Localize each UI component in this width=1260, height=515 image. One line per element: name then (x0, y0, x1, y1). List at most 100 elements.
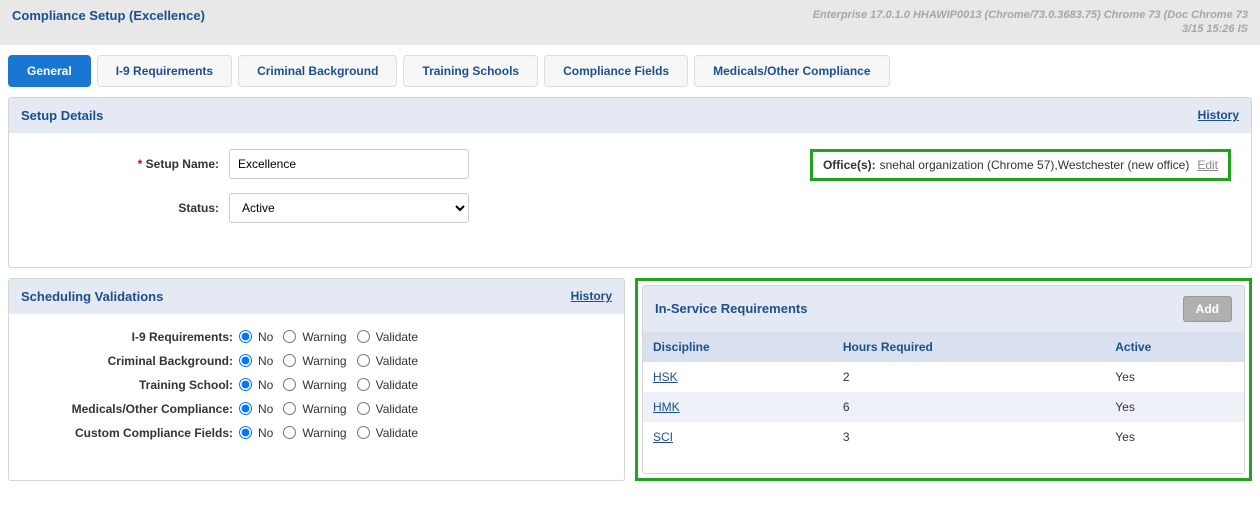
radio-label-no: No (258, 426, 273, 440)
inservice-body: DisciplineHours RequiredActive HSK2YesHM… (643, 332, 1244, 452)
radio-label-warning: Warning (302, 330, 346, 344)
env-info: Enterprise 17.0.1.0 HHAWIP0013 (Chrome/7… (813, 8, 1248, 37)
radio-label-validate: Validate (376, 330, 418, 344)
scheduling-row-label: Medicals/Other Compliance: (29, 402, 239, 416)
scheduling-col: Scheduling Validations History I-9 Requi… (8, 278, 625, 481)
scheduling-row: Criminal Background:NoWarningValidate (29, 354, 604, 368)
office-edit-link[interactable]: Edit (1197, 158, 1218, 172)
radio-validate[interactable] (357, 378, 370, 391)
scheduling-title: Scheduling Validations (21, 289, 163, 304)
radio-warning[interactable] (283, 330, 296, 343)
office-box: Office(s): snehal organization (Chrome 5… (810, 149, 1231, 181)
radio-warning[interactable] (283, 402, 296, 415)
radio-no[interactable] (239, 426, 252, 439)
setup-body: * Setup Name: Status: Active Office(s): … (9, 133, 1251, 267)
scheduling-row-label: Criminal Background: (29, 354, 239, 368)
radio-validate[interactable] (357, 354, 370, 367)
radio-label-no: No (258, 378, 273, 392)
table-row: HMK6Yes (643, 392, 1244, 422)
scheduling-panel: Scheduling Validations History I-9 Requi… (8, 278, 625, 481)
status-row: Status: Active (29, 193, 469, 223)
radio-label-warning: Warning (302, 402, 346, 416)
radio-warning[interactable] (283, 426, 296, 439)
radio-validate[interactable] (357, 330, 370, 343)
inservice-panel: In-Service Requirements Add DisciplineHo… (642, 285, 1245, 474)
column-header: Hours Required (833, 332, 1105, 362)
radio-label-warning: Warning (302, 426, 346, 440)
inservice-title: In-Service Requirements (655, 301, 807, 316)
radio-group: No Warning Validate (239, 330, 424, 344)
inservice-col: In-Service Requirements Add DisciplineHo… (635, 278, 1252, 481)
radio-no[interactable] (239, 354, 252, 367)
radio-group: NoWarningValidate (239, 378, 424, 392)
hours-cell: 2 (833, 362, 1105, 392)
inservice-table: DisciplineHours RequiredActive HSK2YesHM… (643, 332, 1244, 452)
bottom-row: Scheduling Validations History I-9 Requi… (8, 278, 1252, 481)
status-select[interactable]: Active (229, 193, 469, 223)
radio-validate[interactable] (357, 426, 370, 439)
discipline-link[interactable]: HMK (653, 400, 680, 414)
scheduling-row: Training School:NoWarningValidate (29, 378, 604, 392)
scheduling-row-label: Training School: (29, 378, 239, 392)
radio-label-validate: Validate (376, 378, 418, 392)
radio-warning[interactable] (283, 354, 296, 367)
setup-details-panel: Setup Details History * Setup Name: Stat… (8, 97, 1252, 268)
discipline-link[interactable]: SCI (653, 430, 673, 444)
tabs-row: GeneralI-9 RequirementsCriminal Backgrou… (0, 45, 1260, 87)
tab-criminal-background[interactable]: Criminal Background (238, 55, 397, 87)
active-cell: Yes (1105, 422, 1244, 452)
scheduling-row: I-9 Requirements: No Warning Validate (29, 330, 604, 344)
scheduling-row-label: I-9 Requirements: (29, 330, 239, 344)
radio-label-warning: Warning (302, 354, 346, 368)
required-star: * (138, 157, 143, 171)
setup-name-input[interactable] (229, 149, 469, 179)
env-line-2: 3/15 15:26 IS (813, 22, 1248, 36)
radio-validate[interactable] (357, 402, 370, 415)
radio-no[interactable] (239, 402, 252, 415)
radio-group: No Warning Validate (239, 402, 424, 416)
setup-left: * Setup Name: Status: Active (29, 149, 469, 237)
radio-no[interactable] (239, 330, 252, 343)
radio-label-no: No (258, 330, 273, 344)
page-header: Compliance Setup (Excellence) Enterprise… (0, 0, 1260, 45)
tab-general[interactable]: General (8, 55, 91, 87)
discipline-link[interactable]: HSK (653, 370, 678, 384)
setup-details-header: Setup Details History (9, 98, 1251, 133)
scheduling-body: I-9 Requirements: No Warning Validate Crimin… (9, 314, 624, 480)
scheduling-header: Scheduling Validations History (9, 279, 624, 314)
radio-group: NoWarningValidate (239, 354, 424, 368)
scheduling-row-label: Custom Compliance Fields: (29, 426, 239, 440)
scheduling-history-link[interactable]: History (571, 289, 612, 303)
table-row: HSK 2Yes (643, 362, 1244, 392)
setup-history-link[interactable]: History (1198, 108, 1239, 122)
setup-name-label: * Setup Name: (29, 157, 229, 171)
radio-warning[interactable] (283, 378, 296, 391)
scheduling-row: Custom Compliance Fields: No Warning Valida… (29, 426, 604, 440)
column-header: Discipline (643, 332, 833, 362)
setup-right: Office(s): snehal organization (Chrome 5… (810, 149, 1231, 181)
radio-label-validate: Validate (376, 354, 418, 368)
table-header-row: DisciplineHours RequiredActive (643, 332, 1244, 362)
active-cell: Yes (1105, 392, 1244, 422)
radio-label-validate: Validate (376, 426, 418, 440)
inservice-header: In-Service Requirements Add (643, 286, 1244, 332)
tab-compliance-fields[interactable]: Compliance Fields (544, 55, 688, 87)
page-title: Compliance Setup (Excellence) (12, 8, 205, 23)
tab-i-9-requirements[interactable]: I-9 Requirements (97, 55, 232, 87)
radio-group: No Warning Validate (239, 426, 424, 440)
table-row: SCI 3Yes (643, 422, 1244, 452)
radio-label-validate: Validate (376, 402, 418, 416)
tab-medicals-other-compliance[interactable]: Medicals/Other Compliance (694, 55, 889, 87)
active-cell: Yes (1105, 362, 1244, 392)
setup-name-row: * Setup Name: (29, 149, 469, 179)
status-label: Status: (29, 201, 229, 215)
radio-no[interactable] (239, 378, 252, 391)
setup-details-title: Setup Details (21, 108, 103, 123)
inservice-add-button[interactable]: Add (1183, 296, 1232, 322)
hours-cell: 3 (833, 422, 1105, 452)
tab-training-schools[interactable]: Training Schools (403, 55, 538, 87)
radio-label-no: No (258, 402, 273, 416)
office-label: Office(s): (823, 158, 876, 172)
office-value: snehal organization (Chrome 57),Westches… (880, 158, 1190, 172)
inservice-outline: In-Service Requirements Add DisciplineHo… (635, 278, 1252, 481)
